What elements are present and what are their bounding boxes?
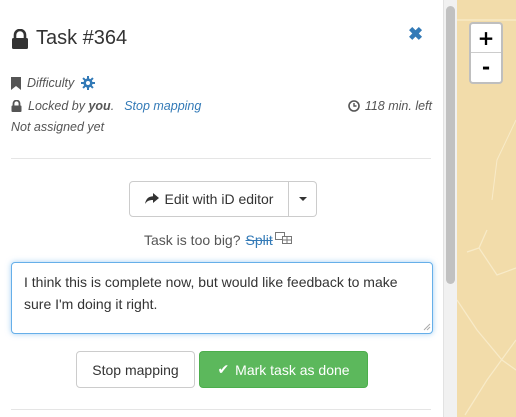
zoom-in-button[interactable]: + — [471, 24, 501, 53]
mark-done-button[interactable]: ✔ Mark task as done — [199, 351, 368, 388]
time-left: 118 min. left — [348, 99, 432, 113]
split-link[interactable]: Split — [246, 232, 273, 248]
comment-textarea[interactable]: I think this is complete now, but would … — [11, 262, 433, 334]
editor-dropdown-toggle[interactable] — [289, 181, 317, 217]
mark-done-label: Mark task as done — [235, 361, 350, 378]
bottom-divider — [11, 409, 431, 410]
assignment-text: Not assigned yet — [11, 120, 105, 134]
locked-row: Locked by you. Stop mapping — [11, 99, 201, 113]
share-arrow-icon — [144, 193, 159, 204]
check-icon: ✔ — [217, 361, 230, 378]
split-prefix: Task is too big? — [144, 232, 241, 248]
scrollbar-thumb[interactable] — [446, 6, 455, 284]
split-grid-icon — [274, 232, 292, 244]
task-title-text: Task #364 — [36, 27, 128, 49]
gear-icon[interactable] — [81, 76, 96, 90]
editor-button-group: Edit with iD editor — [129, 181, 317, 217]
task-title: Task #364 — [11, 27, 127, 50]
assignment-row: Not assigned yet — [11, 120, 104, 134]
lock-icon — [12, 28, 28, 49]
locked-user: you — [88, 99, 111, 113]
close-icon[interactable]: ✖ — [408, 24, 423, 45]
panel-scrollbar[interactable] — [443, 0, 457, 417]
locked-suffix: . — [110, 99, 115, 113]
difficulty-label: Difficulty — [27, 76, 75, 90]
small-lock-icon — [11, 100, 22, 112]
stop-mapping-link[interactable]: Stop mapping — [124, 99, 201, 113]
zoom-out-button[interactable]: - — [471, 53, 501, 82]
stop-mapping-button[interactable]: Stop mapping — [76, 351, 195, 388]
clock-icon — [348, 100, 360, 112]
time-left-text: 118 min. left — [364, 99, 432, 113]
edit-with-id-button[interactable]: Edit with iD editor — [129, 181, 289, 217]
locked-prefix: Locked by — [28, 99, 85, 113]
task-panel: Task #364 ✖ Difficulty Locked by you. St… — [0, 0, 443, 417]
bookmark-icon — [11, 76, 21, 90]
difficulty-row: Difficulty — [11, 76, 101, 90]
caret-down-icon — [298, 197, 307, 201]
resize-handle-icon[interactable] — [423, 323, 431, 331]
zoom-control: + - — [469, 22, 503, 84]
edit-button-label: Edit with iD editor — [164, 191, 274, 207]
split-row: Task is too big? Split — [144, 232, 292, 248]
stop-mapping-button-label: Stop mapping — [92, 361, 179, 378]
divider — [11, 158, 431, 159]
